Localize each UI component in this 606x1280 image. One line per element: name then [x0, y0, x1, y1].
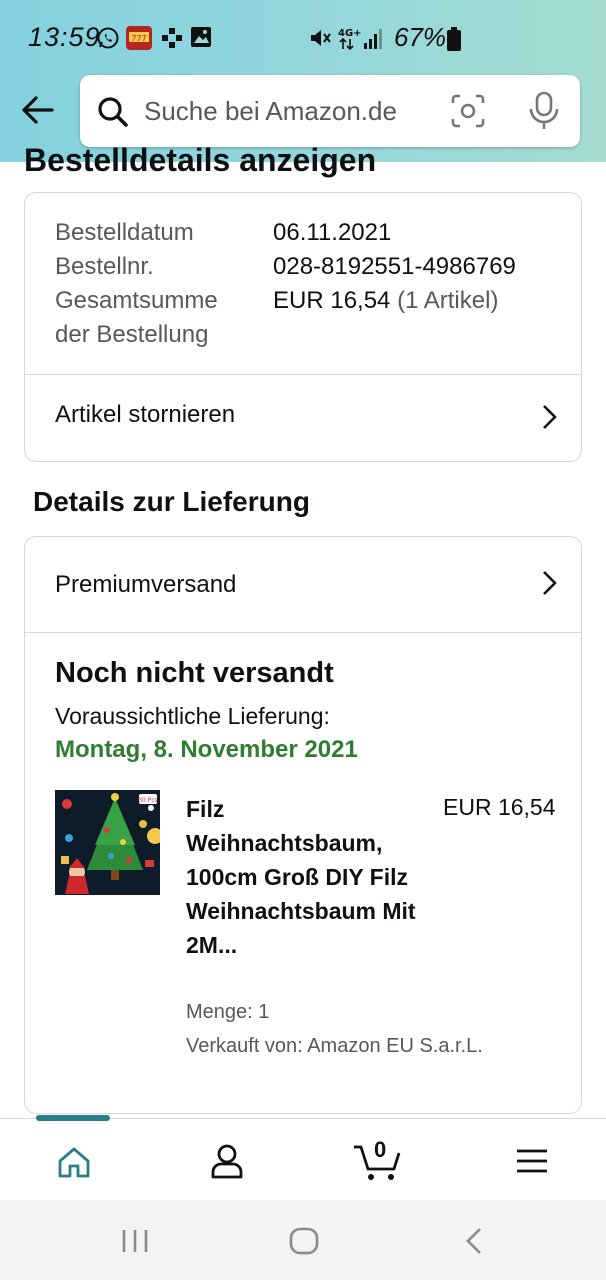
- shipment-status: Noch nicht versandt: [55, 657, 334, 689]
- android-navigation-bar: [0, 1200, 606, 1280]
- product-seller: Verkauft von: Amazon EU S.a.r.L.: [186, 1035, 483, 1057]
- signal-4g-icon: 4G+: [338, 28, 382, 51]
- delivery-card: Premiumversand Noch nicht versandt Vorau…: [24, 536, 582, 1114]
- order-total-value: EUR 16,54 (1 Artikel): [273, 284, 498, 318]
- cancel-items-row[interactable]: Artikel stornieren: [25, 375, 581, 461]
- bottom-navigation: 0: [0, 1115, 606, 1201]
- gallery-icon: [191, 27, 211, 47]
- chevron-right-icon: [543, 571, 557, 595]
- nav-account[interactable]: [177, 1119, 277, 1201]
- svg-text:4G+: 4G+: [338, 28, 362, 39]
- order-number-value: 028-8192551-4986769: [273, 253, 516, 280]
- account-icon: [211, 1144, 243, 1179]
- chevron-right-icon: [543, 405, 557, 429]
- product-title[interactable]: Filz Weihnachtsbaum, 100cm Groß DIY Filz…: [186, 792, 416, 962]
- app-header: 13:59 777 4G+ 67% Suche bei Amazon.de: [0, 0, 606, 162]
- expected-delivery-label: Voraussichtliche Lieferung:: [55, 703, 330, 729]
- order-total-label-line2: der Bestellung: [55, 321, 209, 348]
- recent-apps-icon[interactable]: [120, 1228, 150, 1254]
- home-button-icon[interactable]: [288, 1226, 320, 1256]
- status-bar: 13:59 777 4G+ 67%: [0, 0, 606, 74]
- home-icon: [58, 1147, 90, 1178]
- order-date-value: 06.11.2021: [273, 219, 392, 246]
- back-button-icon[interactable]: [462, 1226, 486, 1256]
- svg-text:777: 777: [131, 34, 146, 43]
- microphone-icon[interactable]: [526, 91, 562, 131]
- search-bar[interactable]: [80, 75, 580, 147]
- page-title: Bestelldetails anzeigen: [24, 142, 377, 178]
- nav-home[interactable]: [23, 1119, 123, 1201]
- battery-icon: [447, 27, 461, 51]
- casino-app-icon: 777: [126, 26, 152, 50]
- shipping-method-row[interactable]: Premiumversand: [25, 537, 581, 623]
- order-date-label: Bestelldatum: [55, 219, 194, 246]
- order-item-count: (1 Artikel): [397, 287, 499, 314]
- whatsapp-icon: [97, 27, 119, 49]
- order-number-label: Bestellnr.: [55, 253, 154, 280]
- search-input[interactable]: [144, 93, 424, 129]
- order-total-label: Gesamtsumme: [55, 287, 218, 314]
- product-quantity: Menge: 1: [186, 1001, 270, 1023]
- felt-christmas-tree-picture: 30 Pcs: [55, 790, 160, 895]
- menu-icon: [517, 1149, 547, 1173]
- status-time: 13:59: [28, 22, 101, 52]
- nav-menu[interactable]: [483, 1119, 583, 1201]
- back-arrow-icon[interactable]: [18, 90, 58, 130]
- battery-percent: 67%: [394, 22, 447, 52]
- search-icon: [98, 97, 128, 127]
- cart-count-badge: 0: [374, 1137, 387, 1162]
- image-badge: 30 Pcs: [138, 797, 158, 804]
- game-icon: [162, 28, 182, 48]
- expected-delivery-date: Montag, 8. November 2021: [55, 736, 358, 763]
- order-summary-card: Bestelldatum 06.11.2021 Bestellnr. 028-8…: [24, 192, 582, 462]
- divider: [25, 632, 581, 633]
- mute-icon: [311, 30, 331, 46]
- cancel-items-label: Artikel stornieren: [55, 401, 236, 428]
- product-image[interactable]: 30 Pcs: [55, 790, 160, 895]
- product-price: EUR 16,54: [443, 794, 556, 820]
- order-total-amount: EUR 16,54: [273, 287, 391, 314]
- shipping-method-label: Premiumversand: [55, 571, 237, 598]
- camera-search-icon[interactable]: [450, 93, 486, 129]
- delivery-section-title: Details zur Lieferung: [33, 486, 310, 517]
